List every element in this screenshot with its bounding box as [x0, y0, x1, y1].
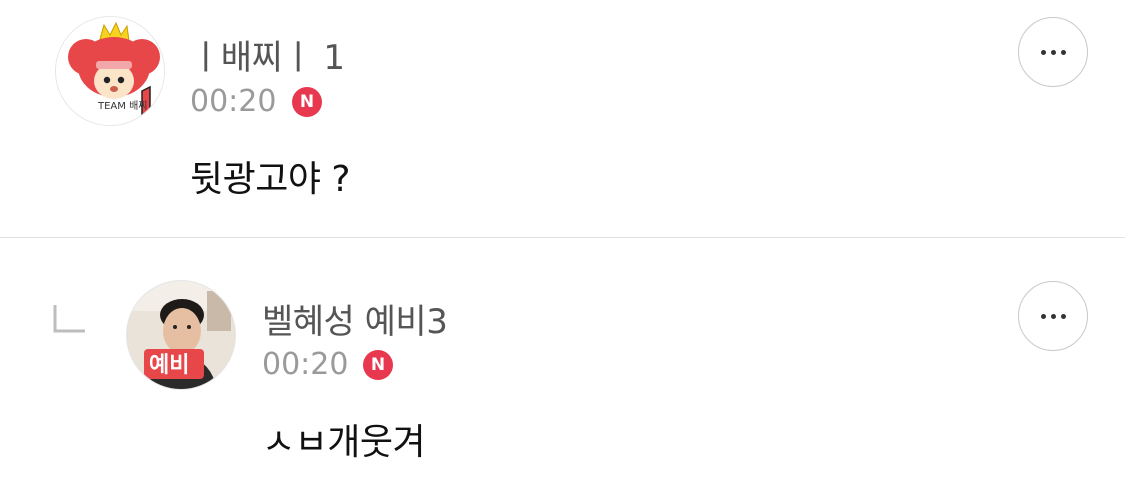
avatar[interactable]: TEAM 배찌	[55, 16, 165, 126]
svg-text:예비: 예비	[149, 353, 189, 378]
new-badge: N	[363, 350, 393, 380]
new-badge: N	[292, 87, 322, 117]
reply-arrow-icon	[53, 305, 85, 333]
comment-author[interactable]: ㅣ배찌ㅣ 1	[190, 30, 345, 79]
comment-author[interactable]: 벨혜성 예비3	[262, 294, 448, 343]
more-dots-icon	[1040, 49, 1066, 55]
profile-photo-icon: 예비	[127, 281, 235, 389]
more-options-button[interactable]	[1018, 17, 1088, 87]
avatar[interactable]: 예비	[126, 280, 236, 390]
team-baejji-character-icon: TEAM 배찌	[56, 17, 164, 125]
comment-text: 뒷광고야 ?	[190, 159, 351, 200]
more-dots-icon	[1040, 313, 1066, 319]
more-options-button[interactable]	[1018, 281, 1088, 351]
comment-time: 00:20	[190, 84, 277, 119]
comment-item: TEAM 배찌 ㅣ배찌ㅣ 1 00:20 N 뒷광고야 ?	[0, 0, 1125, 237]
comment-time: 00:20	[262, 347, 349, 382]
svg-text:TEAM 배찌: TEAM 배찌	[97, 100, 147, 112]
comment-text: ㅅㅂ개웃겨	[262, 422, 426, 463]
